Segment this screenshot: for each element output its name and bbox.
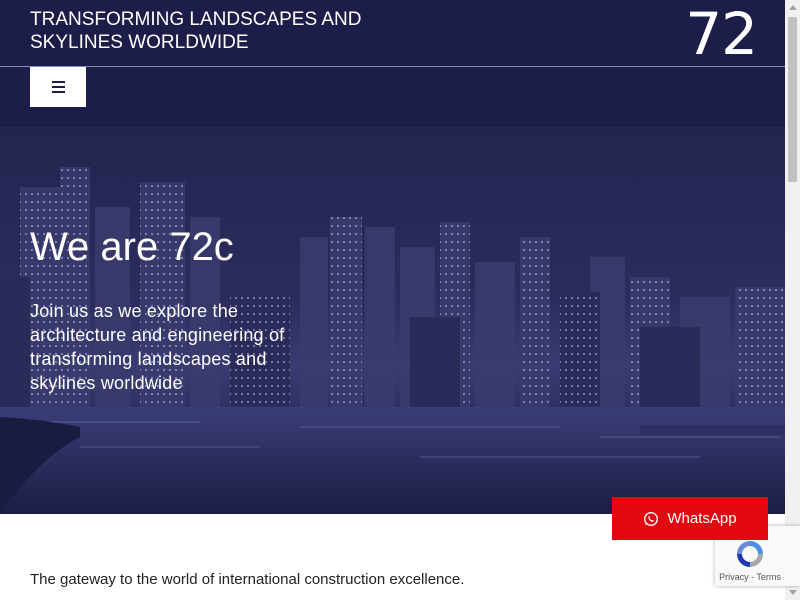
site-logo[interactable]: 72 [685,1,758,67]
site-tagline: TRANSFORMING LANDSCAPES AND SKYLINES WOR… [30,9,362,53]
hero-title: We are 72c [30,225,234,269]
scroll-down-icon[interactable] [789,590,797,595]
whatsapp-icon [644,511,659,526]
scroll-up-icon[interactable] [789,5,797,10]
whatsapp-label: WhatsApp [667,510,737,527]
main-nav [0,67,785,127]
recaptcha-links[interactable]: Privacy - Terms [715,572,785,582]
page-scrollbar[interactable] [785,0,800,600]
menu-toggle-button[interactable] [30,67,86,107]
whatsapp-button[interactable]: WhatsApp [612,497,768,540]
scrollbar-thumb[interactable] [788,17,797,182]
gateway-text: The gateway to the world of internationa… [30,571,465,588]
hero-banner: We are 72c Join us as we explore the arc… [0,127,785,514]
recaptcha-icon [737,541,763,567]
hero-description: Join us as we explore the architecture a… [30,301,285,393]
site-header: TRANSFORMING LANDSCAPES AND SKYLINES WOR… [0,0,785,67]
